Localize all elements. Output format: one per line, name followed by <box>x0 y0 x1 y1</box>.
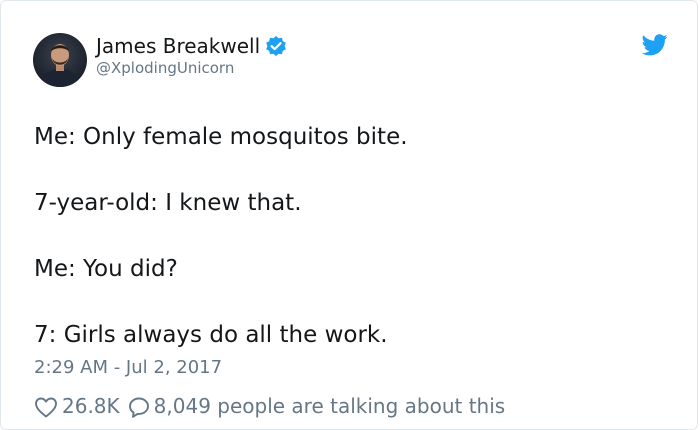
tweet-text: Me: Only female mosquitos bite. 7-year-o… <box>34 119 674 383</box>
author-handle[interactable]: @XplodingUnicorn <box>96 58 234 78</box>
profile-photo-icon <box>33 33 87 87</box>
conversation-count[interactable]: 8,049 people are talking about this <box>154 393 506 419</box>
tweet-actions: 26.8K 8,049 people are talking about thi… <box>34 393 505 419</box>
tweet-text-line: Me: You did? <box>34 256 178 282</box>
twitter-bird-icon[interactable] <box>641 34 668 56</box>
like-count[interactable]: 26.8K <box>62 393 120 419</box>
tweet-text-line: Me: Only female mosquitos bite. <box>34 124 408 150</box>
avatar[interactable] <box>33 33 87 87</box>
tweet-text-line: 7-year-old: I knew that. <box>34 190 302 216</box>
tweet-card: James Breakwell @XplodingUnicorn Me: Onl… <box>0 0 698 430</box>
author-name-row[interactable]: James Breakwell <box>96 32 287 60</box>
verified-badge-icon <box>265 35 287 57</box>
tweet-text-line: 7: Girls always do all the work. <box>34 322 388 348</box>
tweet-timestamp[interactable]: 2:29 AM - Jul 2, 2017 <box>34 356 222 380</box>
author-display-name[interactable]: James Breakwell <box>96 32 260 60</box>
